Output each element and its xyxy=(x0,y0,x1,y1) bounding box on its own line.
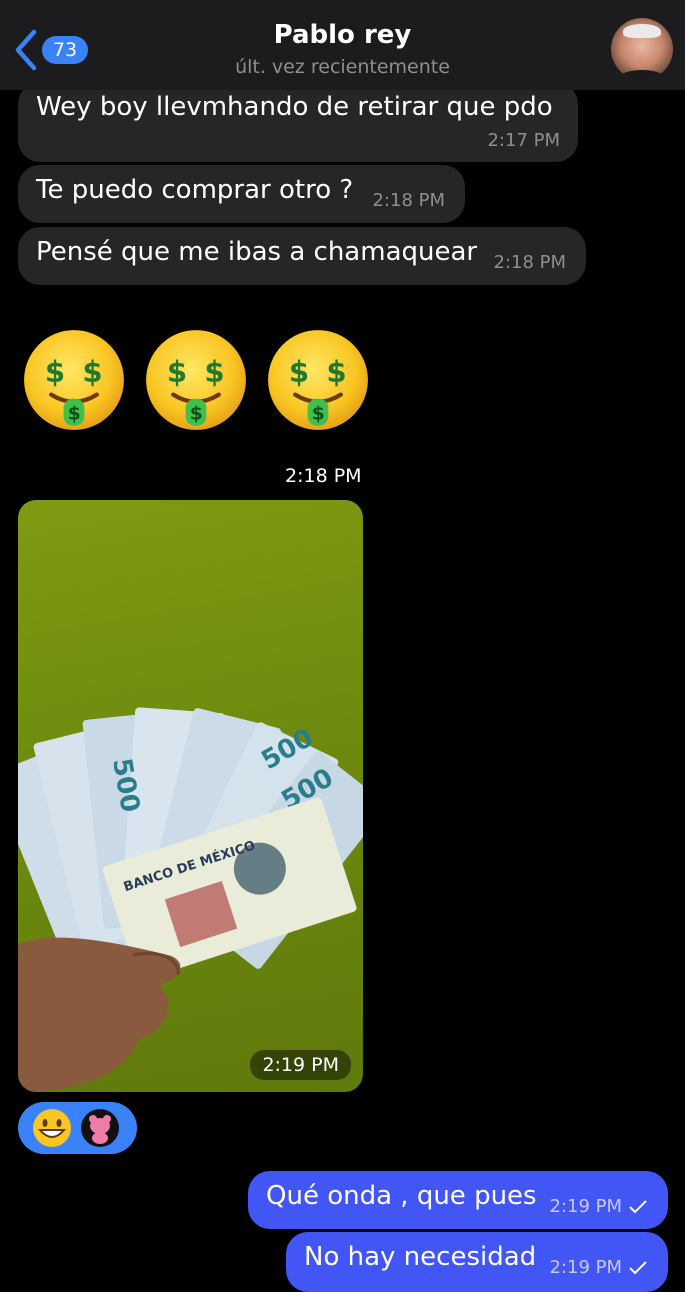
check-icon xyxy=(629,1261,647,1275)
svg-text:$: $ xyxy=(204,355,224,389)
message-reactions[interactable] xyxy=(18,1102,137,1154)
message-text: No hay necesidad xyxy=(304,1242,537,1272)
svg-text:$: $ xyxy=(68,404,81,425)
message-time: 2:17 PM xyxy=(487,130,560,151)
message-time: 2:18 PM xyxy=(372,190,445,211)
chat-header: 73 Pablo rey últ. vez recientemente xyxy=(0,0,685,90)
photo-message-time: 2:19 PM xyxy=(250,1050,351,1080)
message-text: Qué onda , que pues xyxy=(266,1181,537,1211)
last-seen-status: últ. vez recientemente xyxy=(235,56,450,78)
money-mouth-face-icon: $ $ $ xyxy=(268,330,368,430)
message-bubble[interactable]: Wey boy llevmhando de retirar que pdo 2:… xyxy=(18,82,578,162)
message-text: Pensé que me ibas a chamaquear xyxy=(36,237,478,267)
svg-text:$: $ xyxy=(326,355,346,389)
grinning-face-icon xyxy=(33,1109,71,1147)
message-text: Wey boy llevmhando de retirar que pdo xyxy=(36,92,553,122)
check-icon xyxy=(629,1200,647,1214)
message-text: Te puedo comprar otro ? xyxy=(36,175,354,205)
message-time: 2:18 PM xyxy=(493,252,566,273)
svg-text:$: $ xyxy=(167,355,187,389)
banknotes-photo: 500 500 500 BANCO DE MÉXICO xyxy=(18,707,363,1092)
message-bubble[interactable]: Te puedo comprar otro ? 2:18 PM xyxy=(18,165,465,223)
contact-name[interactable]: Pablo rey xyxy=(0,20,685,50)
message-time: 2:19 PM xyxy=(549,1196,622,1217)
photo-message[interactable]: 500 500 500 BANCO DE MÉXICO 2:19 PM xyxy=(18,500,363,1092)
message-bubble[interactable]: Pensé que me ibas a chamaquear 2:18 PM xyxy=(18,227,586,285)
svg-text:$: $ xyxy=(82,355,102,389)
outgoing-message-bubble[interactable]: No hay necesidad 2:19 PM xyxy=(286,1232,668,1292)
svg-text:$: $ xyxy=(312,404,325,425)
svg-text:$: $ xyxy=(289,355,309,389)
svg-text:$: $ xyxy=(190,404,203,425)
emoji-message-time: 2:18 PM xyxy=(285,465,362,487)
money-mouth-face-icon: $ $ $ xyxy=(146,330,246,430)
avatar[interactable] xyxy=(611,18,673,80)
pink-panther-sticker-icon xyxy=(81,1109,119,1147)
money-mouth-face-icon: $ $ $ xyxy=(24,330,124,430)
svg-text:$: $ xyxy=(45,355,65,389)
message-time: 2:19 PM xyxy=(549,1257,622,1278)
outgoing-message-bubble[interactable]: Qué onda , que pues 2:19 PM xyxy=(248,1171,668,1229)
